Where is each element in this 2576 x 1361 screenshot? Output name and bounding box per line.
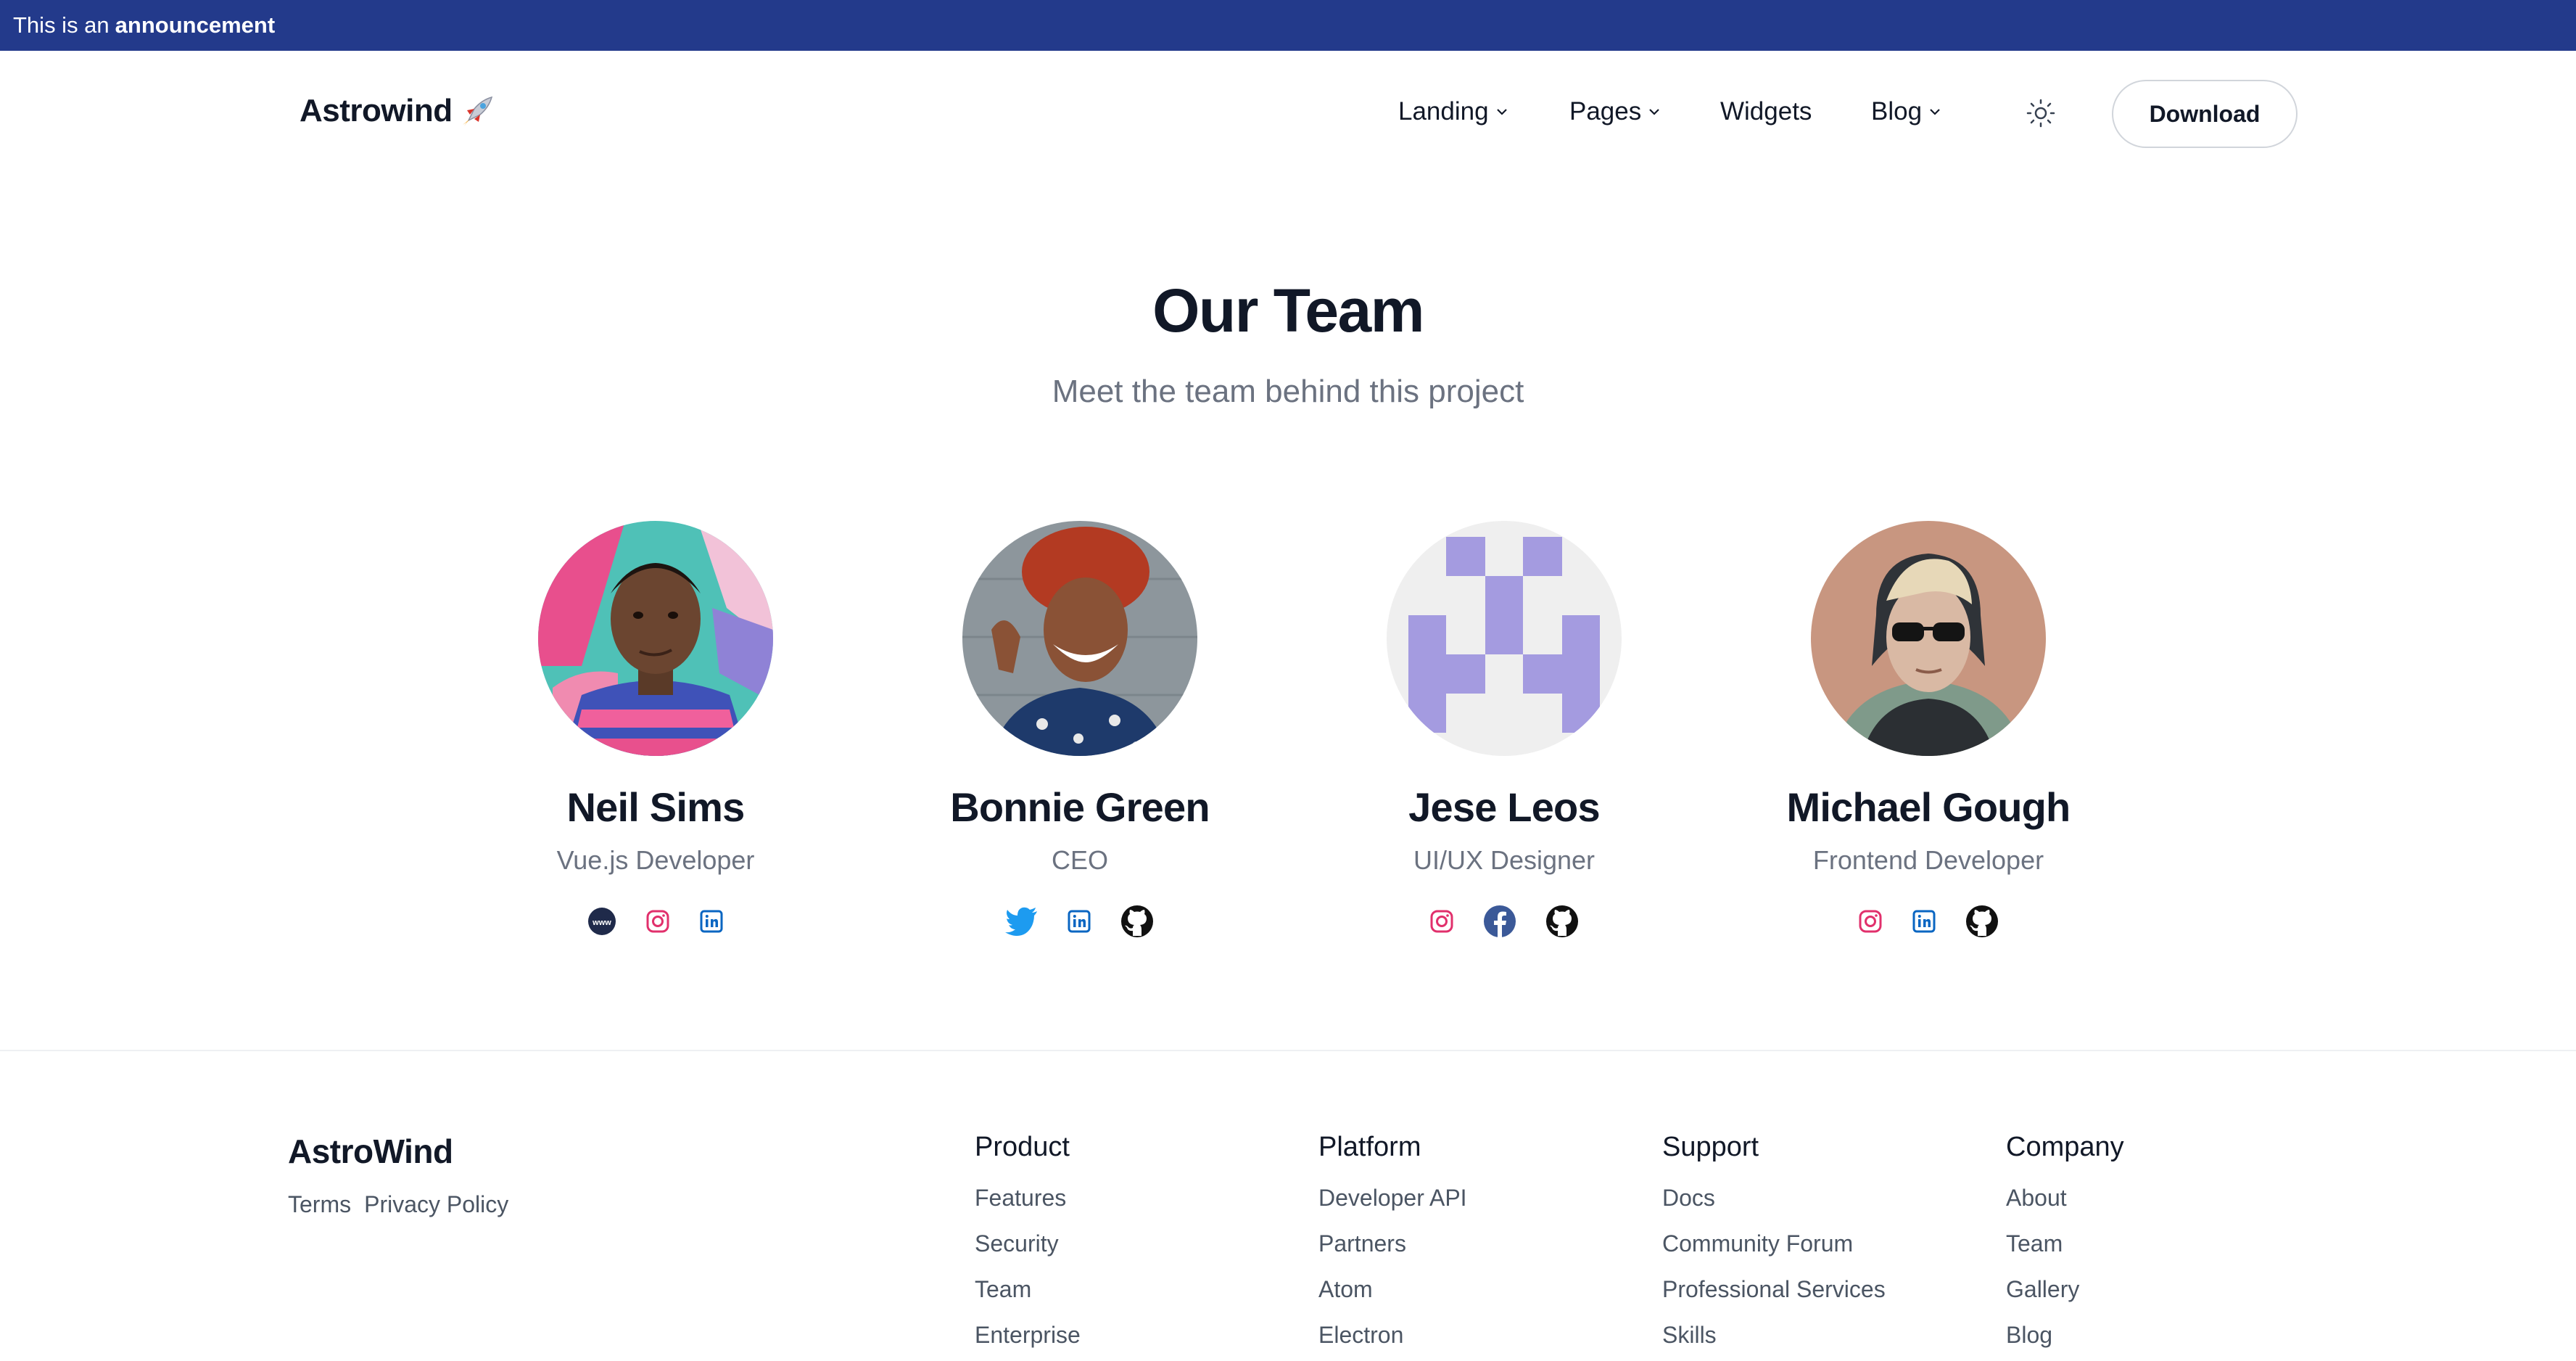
www-icon[interactable]: www <box>587 906 617 937</box>
nav-blog-label: Blog <box>1871 97 1923 126</box>
download-button[interactable]: Download <box>2112 80 2298 148</box>
page-title: Our Team <box>1152 276 1424 345</box>
announcement-strong[interactable]: announcement <box>115 12 275 38</box>
footer-legal-links: Terms Privacy Policy <box>288 1191 508 1218</box>
member-name: Michael Gough <box>1786 784 2071 830</box>
nav-widgets-label: Widgets <box>1720 97 1812 126</box>
footer-column-support: Support Docs Community Forum Professiona… <box>1662 1132 1886 1361</box>
footer-column-title: Support <box>1662 1132 1759 1162</box>
social-links <box>1316 903 1693 939</box>
site-logo[interactable]: Astrowind <box>300 93 496 129</box>
footer-column-title: Product <box>975 1132 1070 1162</box>
chevron-down-icon <box>1496 109 1507 115</box>
avatar <box>1387 521 1622 756</box>
team-member-card: Bonnie Green CEO <box>891 521 1268 939</box>
avatar <box>1811 521 2046 756</box>
avatar <box>538 521 773 756</box>
footer-link[interactable]: About <box>2006 1182 2124 1228</box>
footer-column-platform: Platform Developer API Partners Atom Ele… <box>1318 1132 1467 1361</box>
github-icon[interactable] <box>1120 904 1155 939</box>
avatar <box>962 521 1197 756</box>
svg-text:www: www <box>592 918 611 927</box>
footer-link[interactable]: Enterprise <box>975 1319 1081 1361</box>
linkedin-icon[interactable] <box>1066 908 1092 934</box>
footer-link[interactable]: Developer API <box>1318 1182 1467 1228</box>
footer-link[interactable]: Features <box>975 1182 1081 1228</box>
github-icon[interactable] <box>1965 904 1999 939</box>
logo-text: Astrowind <box>300 93 453 128</box>
footer-brand[interactable]: AstroWind <box>288 1132 453 1171</box>
chevron-down-icon <box>1649 109 1660 115</box>
member-role: Vue.js Developer <box>556 845 755 875</box>
instagram-icon[interactable] <box>645 908 671 934</box>
footer-link[interactable]: Partners <box>1318 1228 1467 1273</box>
footer-link[interactable]: Community Forum <box>1662 1228 1886 1273</box>
rocket-icon <box>462 96 492 126</box>
footer-column-product: Product Features Security Team Enterpris… <box>975 1132 1081 1361</box>
chevron-down-icon <box>1930 109 1940 115</box>
announcement-text: This is an <box>13 12 110 38</box>
member-name: Neil Sims <box>566 784 746 830</box>
instagram-icon[interactable] <box>1429 908 1455 934</box>
team-member-card: Michael Gough Frontend Developer <box>1740 521 2117 939</box>
footer-link[interactable]: Electron <box>1318 1319 1467 1361</box>
social-links: www <box>467 903 844 939</box>
footer-link[interactable]: Security <box>975 1228 1081 1273</box>
member-name: Bonnie Green <box>950 784 1210 830</box>
footer-column-title: Company <box>2006 1132 2124 1162</box>
instagram-icon[interactable] <box>1857 908 1883 934</box>
footer-column-company: Company About Team Gallery Blog <box>2006 1132 2124 1361</box>
linkedin-icon[interactable] <box>1911 908 1937 934</box>
footer-column-title: Platform <box>1318 1132 1421 1162</box>
nav-pages[interactable]: Pages <box>1569 97 1661 126</box>
site-header: Astrowind Landing Pages Widgets Blog Dow… <box>0 51 2576 174</box>
member-role: CEO <box>1051 845 1108 875</box>
member-role: Frontend Developer <box>1812 845 2044 875</box>
facebook-icon[interactable] <box>1482 904 1517 939</box>
nav-blog[interactable]: Blog <box>1871 97 1942 126</box>
page-subtitle: Meet the team behind this project <box>1052 374 1524 409</box>
github-icon[interactable] <box>1545 904 1580 939</box>
footer-link[interactable]: Atom <box>1318 1273 1467 1319</box>
social-links <box>891 903 1268 939</box>
nav-landing[interactable]: Landing <box>1398 97 1509 126</box>
member-name: Jese Leos <box>1408 784 1600 830</box>
social-links <box>1740 903 2117 939</box>
footer-link[interactable]: Professional Services <box>1662 1273 1886 1319</box>
team-member-card: Neil Sims Vue.js Developer www <box>467 521 844 939</box>
twitter-icon[interactable] <box>1005 907 1039 936</box>
privacy-policy-link[interactable]: Privacy Policy <box>364 1191 508 1218</box>
footer-link[interactable]: Skills <box>1662 1319 1886 1361</box>
sun-icon[interactable] <box>2023 96 2058 131</box>
team-member-card: Jese Leos UI/UX Designer <box>1316 521 1693 939</box>
footer-divider <box>0 1050 2576 1051</box>
footer-link[interactable]: Docs <box>1662 1182 1886 1228</box>
footer-link[interactable]: Gallery <box>2006 1273 2124 1319</box>
member-role: UI/UX Designer <box>1413 845 1595 875</box>
footer-link[interactable]: Blog <box>2006 1319 2124 1361</box>
nav-pages-label: Pages <box>1569 97 1642 126</box>
terms-link[interactable]: Terms <box>288 1191 351 1218</box>
footer-link[interactable]: Team <box>975 1273 1081 1319</box>
footer-link[interactable]: Team <box>2006 1228 2124 1273</box>
linkedin-icon[interactable] <box>698 908 724 934</box>
nav-widgets[interactable]: Widgets <box>1720 97 1812 126</box>
nav-landing-label: Landing <box>1398 97 1489 126</box>
announcement-bar: This is an announcement <box>0 0 2576 51</box>
